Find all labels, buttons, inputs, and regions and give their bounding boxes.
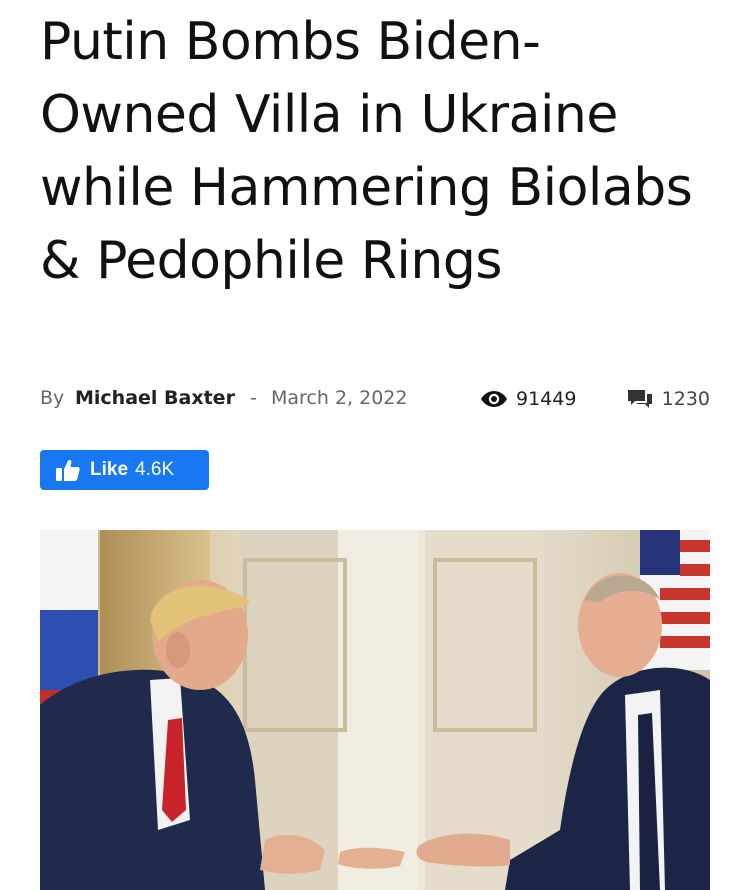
meta-separator: -: [250, 387, 257, 409]
thumbs-up-icon: [56, 459, 80, 481]
featured-photo: [40, 530, 710, 890]
article-featured-image: [40, 530, 710, 890]
views-count: 91449: [516, 388, 577, 410]
comment-bubbles-icon: [627, 390, 652, 408]
article-title: Putin Bombs Biden-Owned Villa in Ukraine…: [40, 12, 693, 291]
comments-counter[interactable]: 1230: [627, 384, 710, 414]
article-meta: By Michael Baxter - March 2, 2022 91449 …: [40, 384, 710, 414]
like-count: 4.6K: [135, 459, 175, 480]
eye-icon: [481, 391, 507, 407]
author-link[interactable]: Michael Baxter: [75, 387, 235, 409]
by-label: By: [40, 387, 65, 409]
facebook-like-button[interactable]: Like 4.6K: [40, 450, 209, 490]
publish-date: March 2, 2022: [271, 387, 408, 409]
comments-count: 1230: [661, 388, 710, 410]
like-label: Like: [90, 459, 129, 480]
views-counter: 91449: [480, 384, 576, 414]
